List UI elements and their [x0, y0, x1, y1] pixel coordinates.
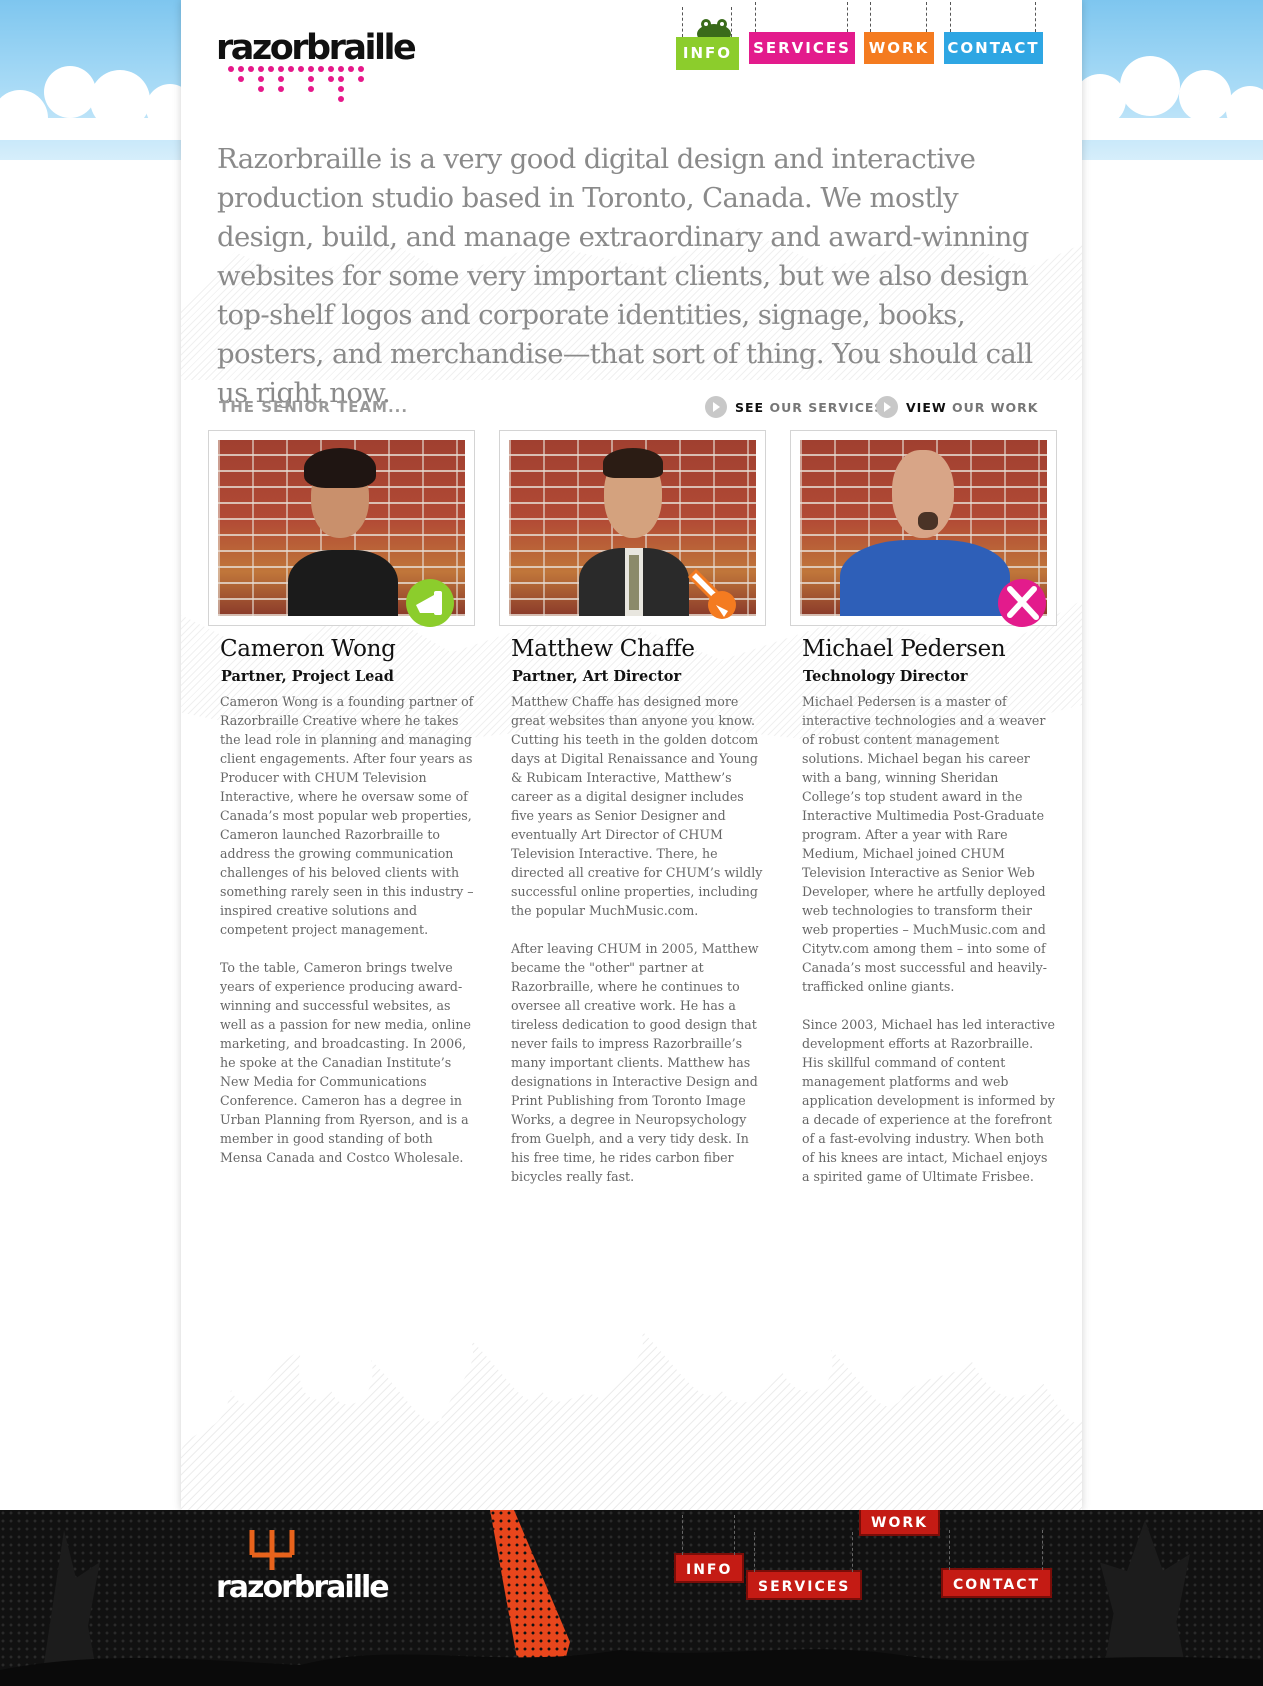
team-photo-frame: [208, 430, 475, 627]
member-name: Cameron Wong: [220, 636, 396, 662]
member-bio: Cameron Wong is a founding partner of Ra…: [220, 692, 475, 1167]
member-name: Matthew Chaffe: [511, 636, 695, 662]
team-photo-frame: [499, 430, 766, 626]
tools-icon: [998, 579, 1046, 627]
footer-nav-info[interactable]: INFO: [674, 1515, 745, 1583]
member-role: Partner, Art Director: [512, 668, 682, 685]
cta-rest: OUR WORK: [946, 399, 1039, 415]
arrow-right-icon: [705, 396, 727, 418]
nav-contact-tab[interactable]: CONTACT: [944, 2, 1043, 64]
member-name: Michael Pedersen: [802, 636, 1006, 662]
footer-zigzag-edge: [0, 1510, 1263, 1516]
nav-work-tab[interactable]: WORK: [864, 2, 934, 64]
cta-bold: SEE: [735, 399, 765, 415]
megaphone-icon: [406, 579, 454, 627]
footer-nav-work[interactable]: WORK: [859, 1510, 940, 1536]
footer-nav-contact[interactable]: CONTACT: [941, 1530, 1053, 1598]
footer-nav-services[interactable]: SERVICES: [746, 1532, 863, 1600]
senior-team-heading: THE SENIOR TEAM...: [219, 398, 409, 416]
bio-paragraph: Matthew Chaffe has designed more great w…: [511, 694, 763, 918]
cta-rest: OUR SERVICES: [764, 399, 885, 415]
member-role: Technology Director: [803, 668, 968, 685]
braille-dots: [228, 66, 378, 106]
bio-paragraph: To the table, Cameron brings twelve year…: [220, 960, 471, 1165]
member-bio: Matthew Chaffe has designed more great w…: [511, 692, 766, 1186]
member-bio: Michael Pedersen is a master of interact…: [802, 692, 1057, 1186]
see-our-services-link[interactable]: SEE OUR SERVICES: [705, 396, 884, 418]
cta-bold: VIEW: [906, 399, 947, 415]
view-our-work-link[interactable]: VIEW OUR WORK: [876, 396, 1039, 418]
bio-paragraph: After leaving CHUM in 2005, Matthew beca…: [511, 941, 759, 1184]
decorative-flames: [181, 1330, 1082, 1510]
nav-info-tab[interactable]: INFO: [676, 7, 739, 70]
footer-logo[interactable]: razorbraille: [216, 1570, 390, 1605]
bio-paragraph: Cameron Wong is a founding partner of Ra…: [220, 694, 474, 937]
logo-wordmark: razorbraille: [216, 28, 417, 68]
trident-icon: [249, 1530, 295, 1570]
arrow-right-icon: [876, 396, 898, 418]
bio-paragraph: Since 2003, Michael has led interactive …: [802, 1017, 1055, 1184]
paintbrush-icon: [687, 569, 736, 619]
hill-silhouette: [0, 1649, 1263, 1686]
footer: razorbraille INFO SERVICES WORK CONTACT: [0, 1510, 1263, 1686]
razorbraille-logo[interactable]: razorbraille: [216, 28, 417, 110]
intro-paragraph: Razorbraille is a very good digital desi…: [217, 143, 1033, 409]
bio-paragraph: Michael Pedersen is a master of interact…: [802, 694, 1048, 994]
nav-services-tab[interactable]: SERVICES: [749, 2, 855, 64]
member-role: Partner, Project Lead: [221, 668, 394, 685]
team-photo-frame: [790, 430, 1057, 627]
